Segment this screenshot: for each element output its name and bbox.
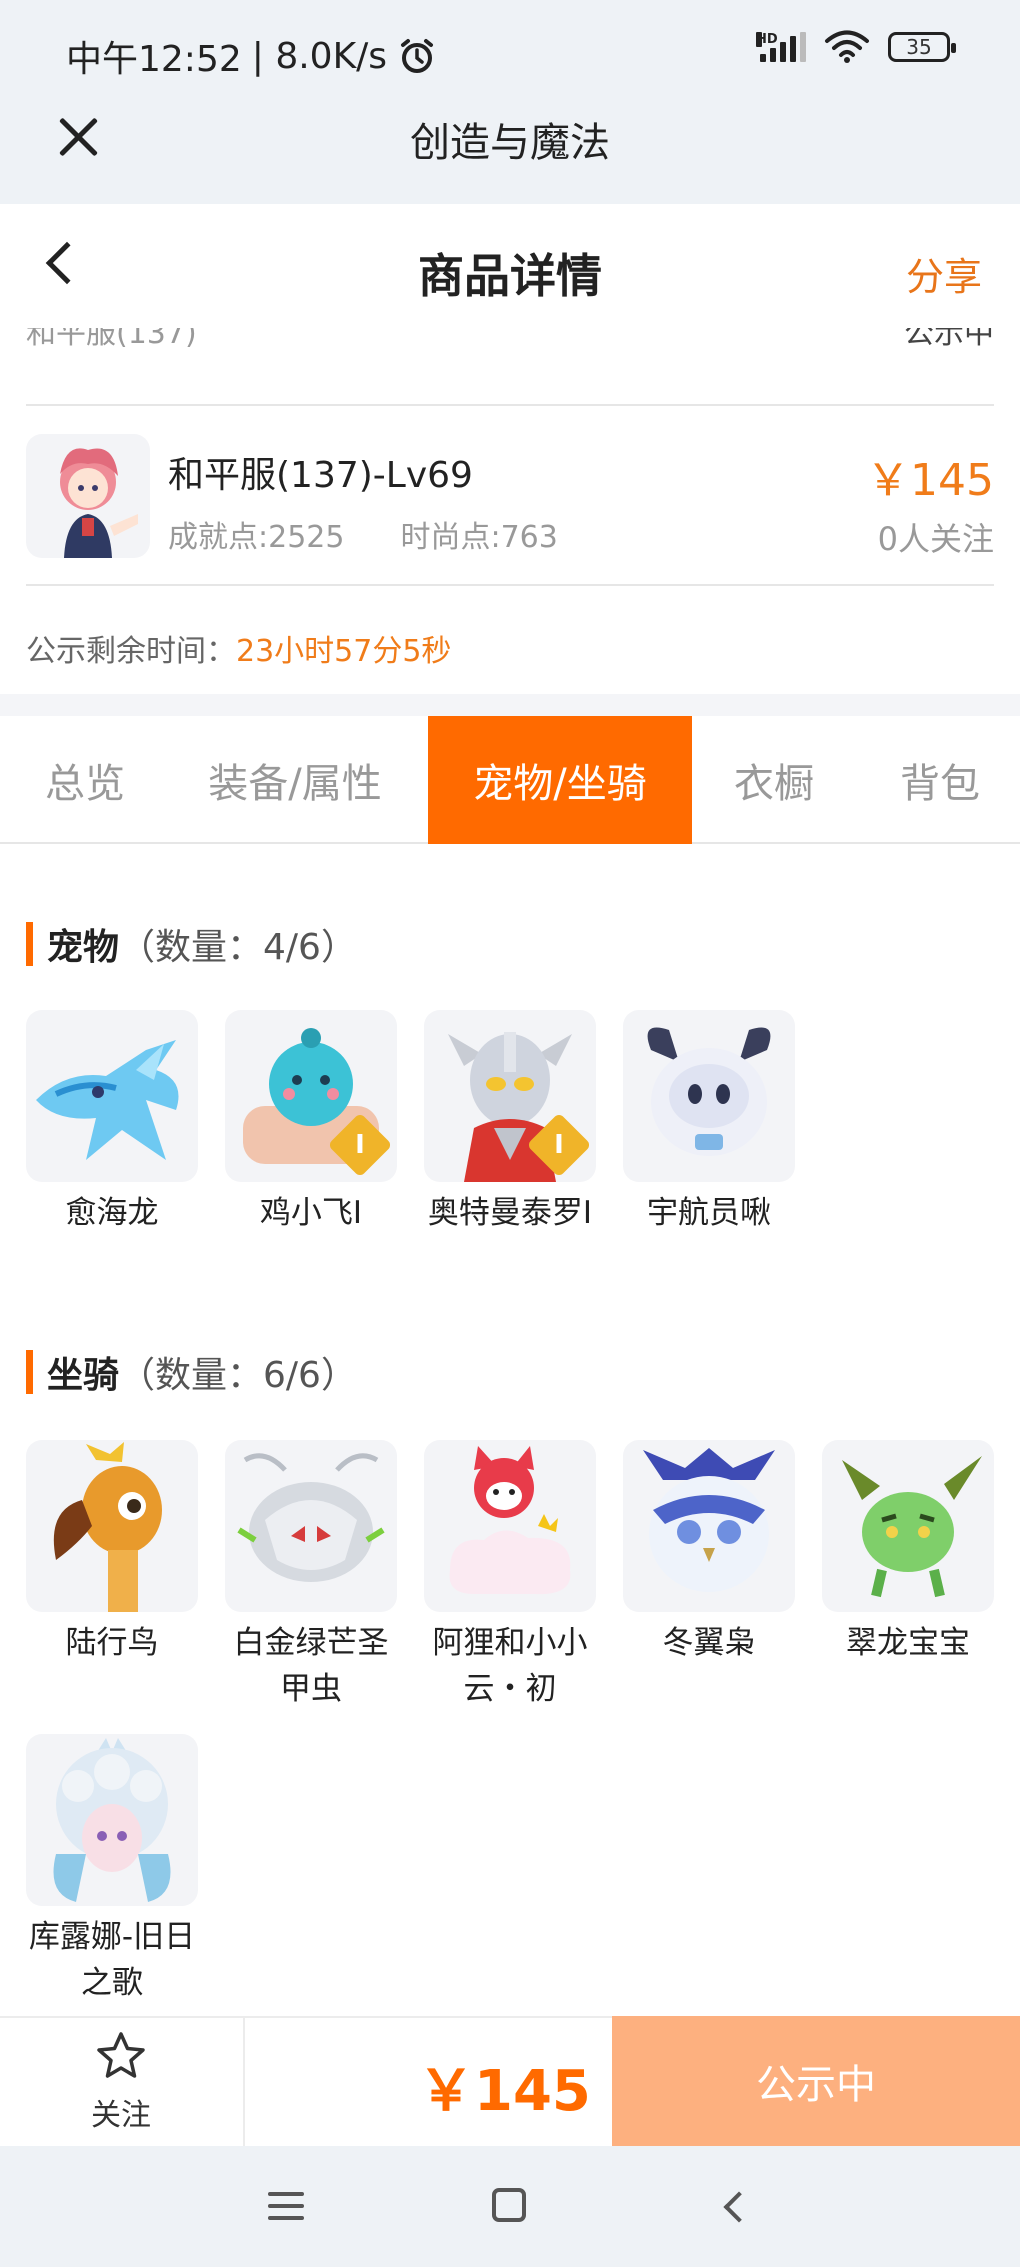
follow-button[interactable]: 关注: [58, 2030, 184, 2140]
tier-badge-label: I: [355, 1130, 365, 1160]
divider: [243, 2018, 245, 2146]
mount-name: 阿狸和小小云・初: [432, 1625, 588, 1707]
tab-pets-mounts[interactable]: 宠物/坐骑: [428, 716, 692, 844]
mount-card[interactable]: 白金绿芒圣甲虫: [225, 1440, 397, 1712]
mount-card[interactable]: 翠龙宝宝: [822, 1440, 994, 1666]
server-label-cut: 和平服(137): [26, 328, 197, 351]
tier-badge-label: I: [554, 1130, 564, 1160]
recent-apps-icon[interactable]: [268, 2192, 304, 2228]
mount-card[interactable]: 陆行鸟: [26, 1440, 198, 1666]
home-icon[interactable]: [492, 2188, 526, 2222]
mount-image: [623, 1440, 795, 1612]
remaining-time-value: 23小时57分5秒: [236, 634, 452, 669]
pet-card[interactable]: I 鸡小飞I: [225, 1010, 397, 1236]
tab-equipment[interactable]: 装备/属性: [182, 716, 408, 844]
pet-name: 奥特曼泰罗I: [427, 1195, 593, 1231]
follow-label: 关注: [91, 2098, 151, 2133]
pet-card[interactable]: 愈海龙: [26, 1010, 198, 1236]
status-time: 中午12:52: [66, 39, 242, 80]
pet-card[interactable]: I 奥特曼泰罗I: [424, 1010, 596, 1236]
pet-image: [26, 1010, 198, 1182]
mount-image: [424, 1440, 596, 1612]
pet-image: [623, 1010, 795, 1182]
item-price: ￥145: [866, 455, 994, 506]
tab-overview[interactable]: 总览: [10, 716, 160, 844]
battery-icon: 35: [888, 32, 956, 62]
mount-image: [26, 1440, 198, 1612]
character-avatar: [26, 434, 150, 558]
battery-level: 35: [906, 35, 932, 59]
status-bar-left: 中午12:52 | 8.0K/s: [66, 30, 437, 82]
mount-card[interactable]: 库露娜-旧日之歌: [26, 1734, 198, 2006]
mount-name: 白金绿芒圣甲虫: [233, 1625, 389, 1707]
mounts-count: （数量：6/6）: [119, 1355, 357, 1396]
section-marker: [26, 922, 33, 966]
signal-icon: HD: [756, 32, 806, 62]
network-speed: | 8.0K/s: [251, 35, 388, 77]
section-marker: [26, 1350, 33, 1394]
tier-badge: I: [526, 1112, 592, 1178]
remaining-time-label: 公示剩余时间：: [26, 634, 236, 669]
mount-name: 陆行鸟: [65, 1625, 159, 1661]
remaining-time: 公示剩余时间：23小时57分5秒: [26, 626, 451, 670]
alarm-icon: [401, 39, 434, 73]
tab-backpack[interactable]: 背包: [866, 716, 1014, 844]
tab-bar: 总览 装备/属性 宠物/坐骑 衣橱 背包: [0, 716, 1020, 844]
follower-count: 0人关注: [877, 520, 994, 558]
item-stats: 成就点:2525 时尚点:763: [168, 512, 558, 556]
share-button[interactable]: 分享: [906, 246, 982, 301]
status-bar-right: HD 35: [756, 30, 956, 64]
page-title: 商品详情: [418, 249, 602, 303]
pet-name: 鸡小飞I: [259, 1195, 363, 1231]
mount-name: 库露娜-旧日之歌: [28, 1919, 196, 2001]
mount-image: [225, 1440, 397, 1612]
tab-wardrobe[interactable]: 衣橱: [706, 716, 842, 844]
mount-name: 冬翼枭: [662, 1625, 756, 1661]
section-gap: [0, 694, 1020, 716]
app-title: 创造与魔法: [410, 120, 610, 166]
star-icon: [97, 2032, 145, 2078]
fashion-points: 时尚点:763: [400, 520, 558, 555]
pet-image: I: [225, 1010, 397, 1182]
publicity-status-button[interactable]: 公示中: [612, 2016, 1020, 2146]
mounts-title: 坐骑: [47, 1355, 120, 1396]
pets-title: 宠物: [47, 927, 120, 968]
pet-image: I: [424, 1010, 596, 1182]
divider: [26, 404, 994, 406]
achievement-points: 成就点:2525: [168, 520, 345, 555]
mounts-section-title: 坐骑 （数量：6/6）: [26, 1346, 357, 1398]
bottom-price: ￥145: [418, 2059, 591, 2124]
mount-image: [822, 1440, 994, 1612]
pets-section-title: 宠物 （数量：4/6）: [26, 918, 357, 970]
divider: [26, 584, 994, 586]
pets-count: （数量：4/6）: [119, 927, 357, 968]
mount-image: [26, 1734, 198, 1906]
tier-badge: I: [327, 1112, 393, 1178]
mount-card[interactable]: 阿狸和小小云・初: [424, 1440, 596, 1712]
pet-name: 宇航员啾: [647, 1195, 771, 1231]
pet-card[interactable]: 宇航员啾: [623, 1010, 795, 1236]
pet-name: 愈海龙: [65, 1195, 159, 1231]
status-label-cut: 公示中: [904, 328, 994, 351]
mount-name: 翠龙宝宝: [846, 1625, 970, 1661]
item-name: 和平服(137)-Lv69: [168, 455, 473, 496]
wifi-icon: [825, 30, 869, 63]
mount-card[interactable]: 冬翼枭: [623, 1440, 795, 1666]
